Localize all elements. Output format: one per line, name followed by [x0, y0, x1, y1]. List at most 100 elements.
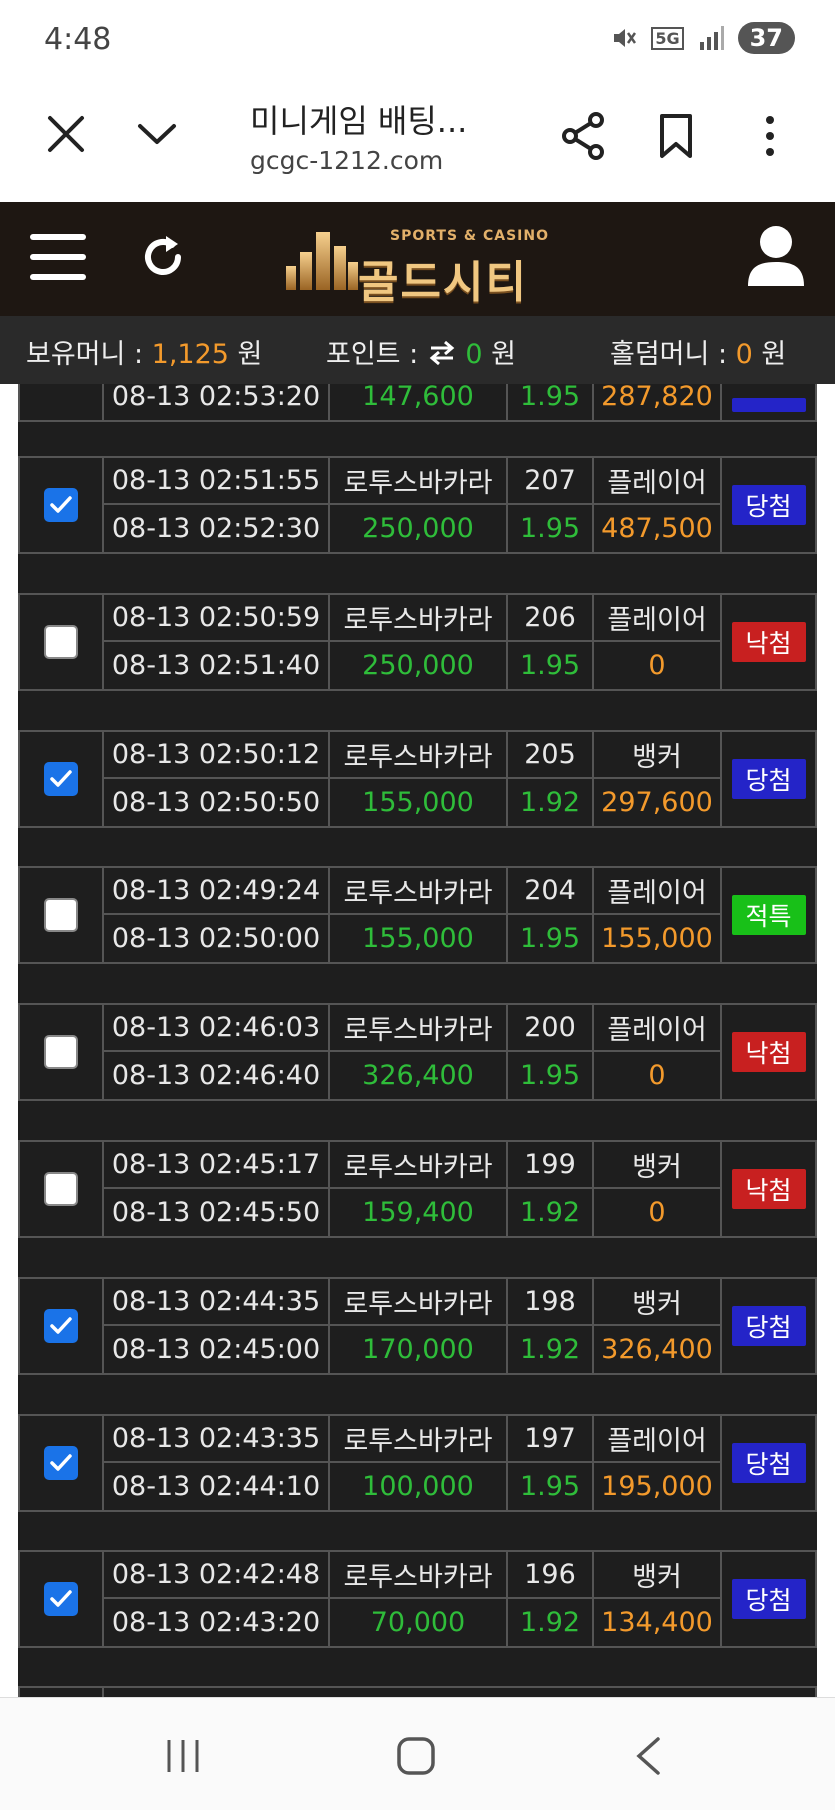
round-number: 200	[508, 1005, 594, 1052]
payout: 134,400	[594, 1599, 722, 1646]
bet-amount: 326,400	[330, 1052, 508, 1099]
holdem-value: 0	[735, 339, 753, 370]
row-checkbox[interactable]	[44, 1446, 78, 1480]
check-icon	[50, 770, 72, 787]
refresh-icon[interactable]	[138, 232, 188, 282]
bet-history-list: 08-13 02:53:20 147,600 1.95 287,820 08-1…	[18, 384, 817, 1697]
row-checkbox[interactable]	[44, 488, 78, 522]
holding-value: 1,125	[151, 339, 229, 370]
row-checkbox[interactable]	[44, 898, 78, 932]
game-name: 로투스바카라	[330, 595, 508, 642]
bet-time: 08-13 02:50:12	[104, 732, 330, 779]
payout: 155,000	[594, 915, 722, 962]
bet-pick: 뱅커	[594, 1279, 722, 1326]
row-grid: 08-13 02:44:35 로투스바카라 198 뱅커 08-13 02:45:00 1…	[104, 1279, 722, 1373]
back-icon[interactable]	[634, 1736, 662, 1776]
check-icon	[50, 1317, 72, 1334]
row-checkbox-cell	[20, 868, 104, 962]
payout: 487,500	[594, 505, 722, 552]
bet-pick: 플레이어	[594, 868, 722, 915]
share-icon[interactable]	[560, 112, 606, 160]
point-label: 포인트 :	[326, 339, 419, 370]
bet-row: 08-13 02:43:35 로투스바카라 197 플레이어 08-13 02:44:1…	[18, 1414, 817, 1512]
payout: 0	[594, 1189, 722, 1236]
row-grid: 08-13 02:50:59 로투스바카라 206 플레이어 08-13 02:51:4…	[104, 595, 722, 689]
status-badge: 당첨	[731, 1443, 806, 1483]
game-name: 로투스바카라	[330, 458, 508, 505]
battery-indicator: 37	[737, 22, 795, 54]
system-nav-bar	[0, 1697, 835, 1810]
bet-time: 08-13 02:49:24	[104, 868, 330, 915]
row-checkbox-cell	[20, 595, 104, 689]
status-badge: 낙첨	[731, 1032, 806, 1072]
status-badge: 적특	[731, 895, 806, 935]
payout: 0	[594, 1052, 722, 1099]
recent-apps-icon[interactable]	[166, 1738, 200, 1774]
row-grid: 08-13 02:45:17 로투스바카라 199 뱅커 08-13 02:45:50 1…	[104, 1142, 722, 1236]
close-icon[interactable]	[44, 112, 88, 156]
bet-amount: 147,600	[330, 384, 508, 420]
bet-time: 08-13 02:43:35	[104, 1416, 330, 1463]
menu-icon[interactable]	[30, 234, 86, 282]
bet-time: 08-13 02:44:35	[104, 1279, 330, 1326]
bet-time: 08-13 02:45:17	[104, 1142, 330, 1189]
page-title: 미니게임 배팅...	[250, 102, 468, 140]
home-icon[interactable]	[396, 1736, 436, 1776]
odds: 1.95	[508, 642, 594, 689]
bet-amount: 250,000	[330, 642, 508, 689]
bet-pick: 뱅커	[594, 1552, 722, 1599]
page-url[interactable]: gcgc-1212.com	[250, 146, 443, 175]
holding-money: 보유머니 : 1,125 원	[26, 332, 262, 371]
status-badge-partial	[731, 398, 806, 412]
bet-amount: 170,000	[330, 1326, 508, 1373]
bookmark-icon[interactable]	[656, 112, 696, 160]
status-badge: 당첨	[731, 485, 806, 525]
row-checkbox[interactable]	[44, 1582, 78, 1616]
row-checkbox[interactable]	[44, 1172, 78, 1206]
bet-time: 08-13 02:42:48	[104, 1552, 330, 1599]
row-status-cell: 낙첨	[722, 595, 815, 689]
row-grid: 08-13 02:50:12 로투스바카라 205 뱅커 08-13 02:50:50 1…	[104, 732, 722, 826]
result-time: 08-13 02:52:30	[104, 505, 330, 552]
row-checkbox-cell	[20, 1279, 104, 1373]
point-unit: 원	[491, 339, 517, 370]
row-checkbox-cell	[20, 1005, 104, 1099]
round-number: 199	[508, 1142, 594, 1189]
status-badge: 낙첨	[731, 622, 806, 662]
game-name: 로투스바카라	[330, 732, 508, 779]
chevron-down-icon[interactable]	[134, 112, 180, 156]
user-icon[interactable]	[746, 224, 806, 290]
exchange-icon[interactable]	[427, 340, 457, 366]
odds: 1.92	[508, 1599, 594, 1646]
row-checkbox[interactable]	[44, 1035, 78, 1069]
bet-row: 08-13 02:51:55 로투스바카라 207 플레이어 08-13 02:52:3…	[18, 456, 817, 554]
more-vert-icon[interactable]	[756, 112, 784, 160]
round-number: 204	[508, 868, 594, 915]
row-status-cell: 적특	[722, 868, 815, 962]
round-number: 197	[508, 1416, 594, 1463]
result-time: 08-13 02:50:50	[104, 779, 330, 826]
row-checkbox[interactable]	[44, 1309, 78, 1343]
holdem-unit: 원	[761, 339, 787, 370]
bet-row-partial-bottom	[18, 1686, 817, 1697]
point-value: 0	[465, 339, 483, 370]
odds: 1.92	[508, 779, 594, 826]
row-checkbox[interactable]	[44, 625, 78, 659]
status-badge: 낙첨	[731, 1169, 806, 1209]
bet-row: 08-13 02:44:35 로투스바카라 198 뱅커 08-13 02:45:00 1…	[18, 1277, 817, 1375]
result-time: 08-13 02:51:40	[104, 642, 330, 689]
holdem-label: 홀덤머니 :	[610, 339, 728, 370]
status-badge: 당첨	[731, 1306, 806, 1346]
row-grid: 08-13 02:42:48 로투스바카라 196 뱅커 08-13 02:43:20 7…	[104, 1552, 722, 1646]
check-icon	[50, 1454, 72, 1471]
result-time: 08-13 02:43:20	[104, 1599, 330, 1646]
holding-unit: 원	[237, 339, 263, 370]
row-checkbox[interactable]	[44, 762, 78, 796]
row-checkbox-cell	[20, 1552, 104, 1646]
site-logo[interactable]: SPORTS & CASINO 골드시티	[262, 216, 562, 308]
row-grid: 08-13 02:43:35 로투스바카라 197 플레이어 08-13 02:44:1…	[104, 1416, 722, 1510]
status-badge: 당첨	[731, 1579, 806, 1619]
odds: 1.95	[508, 384, 594, 420]
row-grid: 08-13 02:51:55 로투스바카라 207 플레이어 08-13 02:52:3…	[104, 458, 722, 552]
bet-row: 08-13 02:50:59 로투스바카라 206 플레이어 08-13 02:51:4…	[18, 593, 817, 691]
